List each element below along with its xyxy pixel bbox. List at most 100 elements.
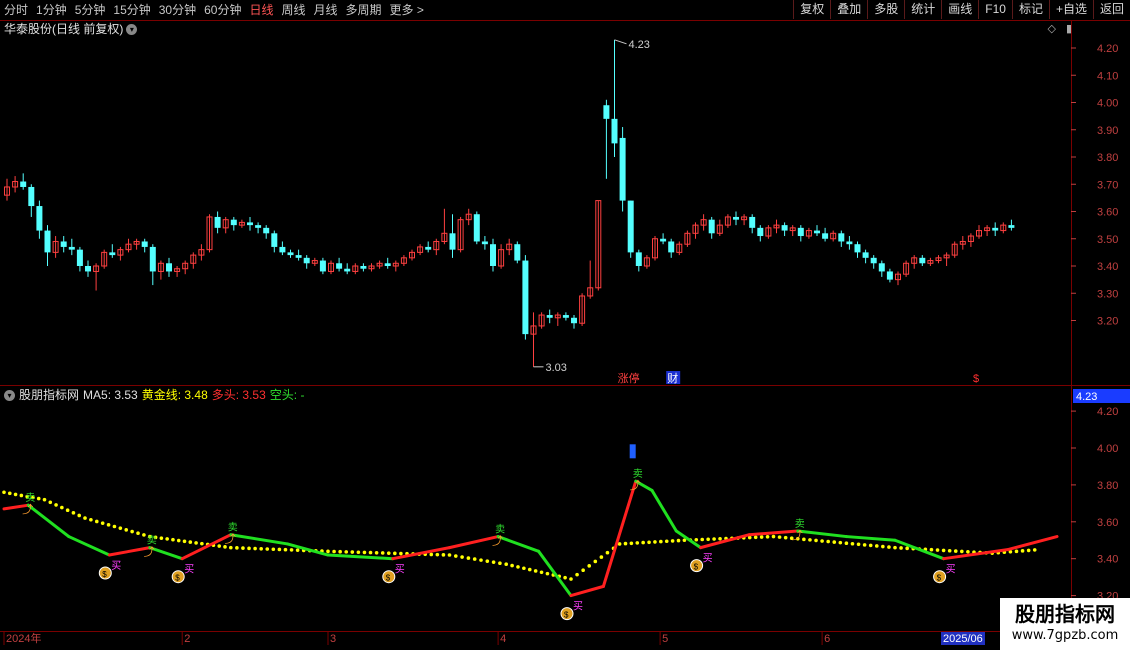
gold-line-dot [527, 567, 532, 572]
gold-line-dot [188, 540, 193, 544]
gold-line-dot [368, 550, 373, 555]
gold-line-dot [777, 535, 782, 539]
ma5-segment [26, 503, 71, 539]
buy-signal-label: 买 [946, 564, 956, 576]
gold-line-dot [641, 540, 645, 545]
gold-line-dot [753, 535, 758, 540]
gold-line-dot [808, 538, 812, 542]
gold-line-dot [635, 541, 640, 545]
gold-line-dot [259, 546, 263, 551]
main-y-tick-label: 3.30 [1097, 288, 1118, 300]
gold-line-dot [545, 571, 550, 576]
gold-line-dot [881, 544, 885, 549]
candle-body [303, 257, 310, 264]
gold-line-dot [386, 551, 391, 555]
gold-line-dot [893, 545, 897, 550]
candle-body [271, 233, 278, 247]
event-tag-dollar: $ [973, 373, 979, 385]
gold-line-dot [953, 549, 958, 553]
gold-line-dot [1020, 549, 1025, 553]
gold-line-dot [460, 555, 464, 559]
gold-line-dot [1032, 548, 1037, 552]
gold-line-dot [289, 548, 294, 552]
candle-body [247, 222, 253, 226]
money-bag-glyph: $ [175, 574, 180, 583]
candle-body [344, 268, 351, 272]
gold-line-dot [670, 539, 675, 543]
gold-line-dot [171, 537, 175, 542]
candle-body [141, 241, 148, 247]
gold-line-dot [605, 550, 610, 555]
gold-line-dot [472, 557, 477, 561]
gold-line-dot [399, 551, 403, 556]
sell-arrow-icon: ⤴ [792, 528, 803, 542]
main-y-tick-label: 3.80 [1097, 152, 1118, 164]
candle-body [20, 181, 27, 187]
gold-line-dot [587, 564, 592, 568]
money-bag-glyph: $ [386, 574, 391, 583]
candle-body [862, 252, 869, 258]
main-y-tick-label: 3.60 [1097, 207, 1118, 219]
indicator-y-tick-label: 3.80 [1097, 480, 1118, 492]
gold-line-dot [447, 553, 452, 557]
candle-body [255, 225, 262, 228]
gold-line-dot [850, 541, 855, 546]
candle-body [166, 263, 172, 272]
candle-body [109, 252, 116, 256]
candle-body [336, 263, 343, 269]
gold-line-dot [832, 540, 837, 544]
candle-body [838, 233, 845, 242]
sell-arrow-icon: ⤴ [22, 502, 33, 516]
candle-body [603, 105, 610, 119]
gold-line-dot [283, 547, 288, 552]
gold-line-dot [89, 517, 93, 522]
candle-body [627, 200, 634, 253]
watermark-line2: www.7gpzb.com [1011, 628, 1119, 643]
candle-body [384, 263, 391, 266]
gold-line-dot [694, 537, 699, 542]
indicator-y-tick-label: 3.40 [1097, 554, 1118, 566]
gold-line-dot [165, 537, 169, 541]
candle-body [635, 252, 642, 266]
candle-body [76, 249, 83, 266]
gold-line-dot [253, 546, 257, 551]
candle-body [490, 244, 496, 266]
candle-body [870, 257, 877, 264]
gold-line-dot [118, 526, 123, 530]
main-y-tick-label: 3.20 [1097, 316, 1118, 328]
ma5-segment [496, 535, 541, 553]
gold-line-dot [42, 497, 47, 502]
candle-body [814, 230, 820, 234]
candle-body [571, 317, 577, 324]
gold-line-dot [374, 550, 379, 555]
candle-body [733, 216, 739, 220]
gold-line-dot [277, 547, 282, 552]
current-date-label: 2025/06 [943, 633, 983, 645]
gold-line-dot [479, 558, 483, 562]
candle-body [749, 216, 756, 228]
sell-signal-label: 卖 [495, 524, 505, 536]
indicator-y-tick-label: 4.20 [1097, 406, 1118, 418]
buy-signal-label: 买 [703, 553, 713, 565]
gold-line-dot [130, 529, 134, 534]
gold-line-dot [706, 537, 710, 542]
gold-line-dot [106, 523, 111, 527]
candle-body [992, 227, 999, 231]
gold-line-dot [124, 528, 129, 532]
gold-line-dot [718, 536, 722, 541]
gold-line-dot [533, 569, 538, 573]
gold-line-dot [1014, 549, 1019, 554]
candle-body [1008, 225, 1015, 228]
gold-line-dot [19, 493, 24, 498]
candle-body [481, 241, 488, 245]
chart-canvas[interactable]: 4.20 4.10 4.00 3.90 3.80 3.70 3.60 3.50 3.40 3.30… [0, 0, 1130, 650]
gold-line-dot [271, 547, 276, 552]
ma5-segment [537, 549, 573, 598]
x-axis-label: 4 [500, 633, 506, 645]
gold-line-dot [235, 546, 239, 550]
candle-body [36, 206, 43, 231]
high-label: 4.23 [629, 39, 650, 51]
gold-line-dot [966, 549, 970, 554]
gold-line-dot [874, 544, 879, 548]
gold-line-dot [856, 542, 861, 547]
